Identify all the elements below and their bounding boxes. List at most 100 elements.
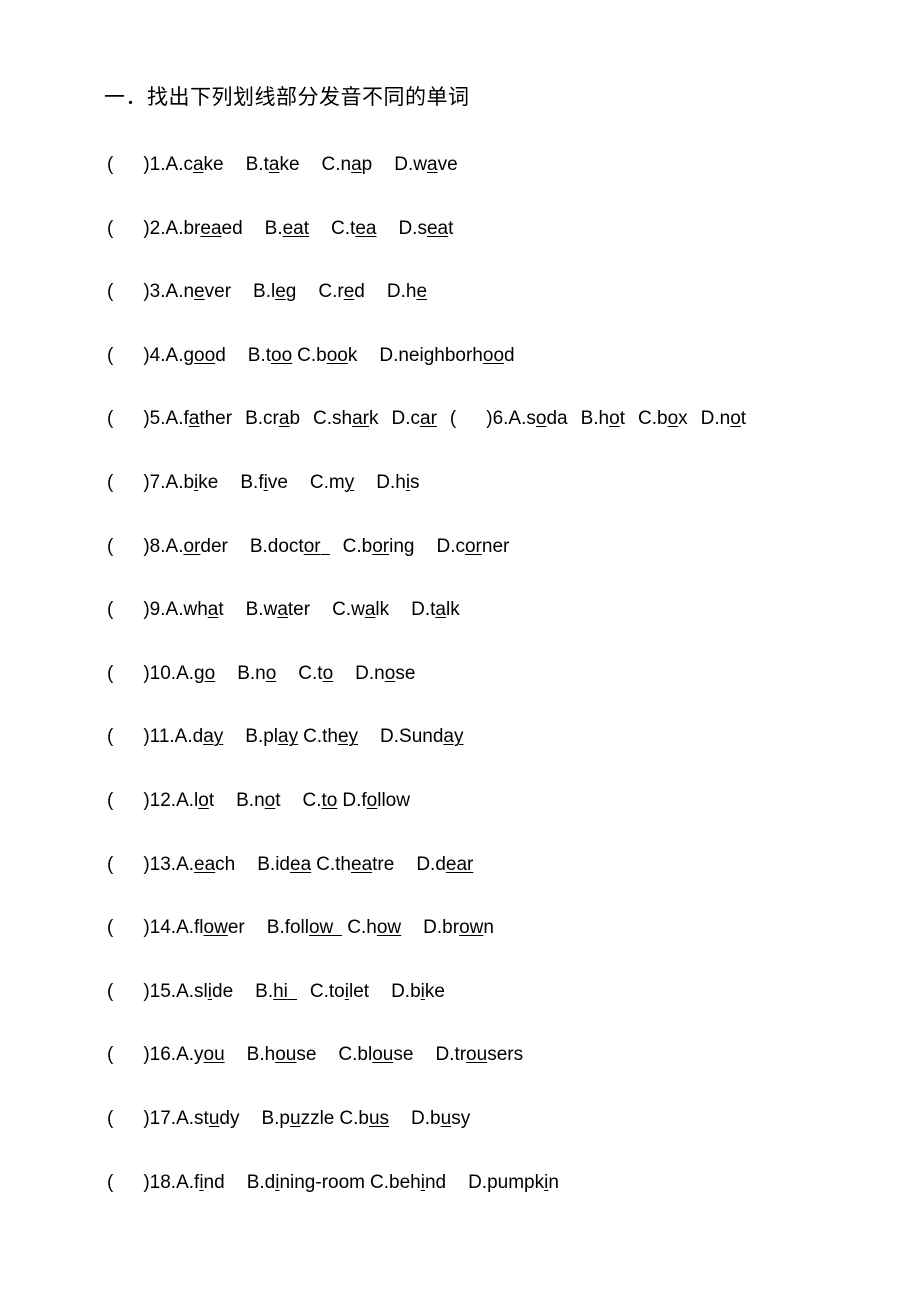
answer-option[interactable]: A.find (176, 1171, 225, 1195)
answer-option[interactable]: C.how (347, 916, 401, 940)
answer-option[interactable]: A.never (166, 280, 232, 304)
option-word: seat (417, 217, 454, 239)
answer-option[interactable]: B.hot (581, 407, 625, 431)
answer-option[interactable]: D.Sunday (380, 725, 463, 749)
answer-option[interactable]: A.study (176, 1107, 239, 1131)
answer-option[interactable]: A.go (176, 662, 215, 686)
option-word: tea (350, 217, 377, 239)
answer-option[interactable]: D.talk (411, 598, 460, 622)
answer-option[interactable]: B.follow (267, 916, 343, 940)
answer-option[interactable]: C.blouse (338, 1043, 413, 1067)
option-letter: B. (245, 154, 264, 175)
answer-option[interactable]: B.crab (245, 407, 300, 431)
answer-option[interactable]: D.wave (394, 153, 457, 177)
answer-option[interactable]: A.order (166, 535, 228, 559)
answer-option[interactable]: A.good (166, 344, 226, 368)
option-letter: D. (700, 408, 720, 430)
trailing-underline (333, 935, 343, 937)
answer-option[interactable]: D.his (376, 471, 419, 495)
option-word: study (194, 1107, 240, 1129)
answer-option[interactable]: C.red (318, 280, 364, 304)
answer-option[interactable]: C.box (638, 407, 688, 431)
answer-option[interactable]: D.busy (411, 1107, 470, 1131)
answer-option[interactable]: B.puzzle (261, 1107, 334, 1131)
option-word: good (183, 344, 226, 366)
option-word: book (316, 344, 358, 366)
answer-option[interactable]: C.walk (332, 598, 389, 622)
underlined-letters: ea (290, 853, 312, 875)
underlined-letters: o (730, 408, 741, 430)
answer-option[interactable]: D.bike (391, 980, 445, 1004)
option-word: he (405, 281, 428, 303)
option-word: hot (598, 408, 625, 430)
answer-option[interactable]: A.you (176, 1043, 225, 1067)
answer-option[interactable]: A.flower (176, 916, 245, 940)
answer-option[interactable]: D.pumpkin (468, 1171, 559, 1195)
answer-option[interactable]: D.nose (355, 662, 415, 686)
answer-option[interactable]: A.bike (166, 471, 219, 495)
answer-option[interactable]: D.trousers (435, 1043, 523, 1067)
answer-blank-paren-open: ( (107, 471, 114, 493)
answer-option[interactable]: C.to (303, 789, 338, 813)
answer-option[interactable]: B.water (246, 598, 310, 622)
question-number: 2. (149, 217, 166, 239)
answer-option[interactable]: B.five (240, 471, 288, 495)
answer-option[interactable]: B.not (236, 789, 280, 813)
answer-option[interactable]: B.doctor (250, 535, 330, 559)
answer-blank-paren-open: ( (107, 662, 114, 684)
answer-option[interactable]: C.bus (339, 1107, 389, 1131)
answer-option[interactable]: C.my (310, 471, 354, 495)
answer-option[interactable]: A.what (166, 598, 224, 622)
answer-option[interactable]: A.lot (176, 789, 214, 813)
answer-option[interactable]: A.father (166, 407, 233, 431)
answer-option[interactable]: B.too (248, 344, 292, 368)
answer-option[interactable]: D.brown (423, 916, 494, 940)
answer-option[interactable]: B.leg (253, 280, 296, 304)
answer-option[interactable]: C.behind (370, 1171, 446, 1195)
trailing-underline (320, 553, 330, 555)
answer-option[interactable]: D.car (392, 407, 437, 431)
answer-option[interactable]: A.each (176, 853, 235, 877)
answer-option[interactable]: A.day (175, 725, 224, 749)
answer-option[interactable]: B.take (246, 153, 300, 177)
answer-option[interactable]: C.nap (322, 153, 373, 177)
answer-option[interactable]: A.cake (166, 153, 224, 177)
answer-option[interactable]: C.book (297, 344, 357, 368)
answer-option[interactable]: A.breaed (166, 217, 243, 241)
answer-option[interactable]: A.slide (176, 980, 233, 1004)
answer-option[interactable]: B.no (237, 662, 276, 686)
answer-option[interactable]: D.dear (416, 853, 473, 877)
answer-option[interactable]: B.eat (265, 217, 309, 241)
option-word: doctor (267, 535, 321, 557)
option-word: water (263, 599, 311, 621)
answer-option[interactable]: B.play (245, 725, 298, 749)
underlined-letters: o (366, 789, 378, 811)
answer-option[interactable]: C.tea (331, 217, 376, 241)
answer-option[interactable]: A.soda (508, 407, 567, 431)
answer-option[interactable]: C.boring (343, 535, 415, 559)
answer-option[interactable]: C.toilet (310, 980, 369, 1004)
answer-option[interactable]: D.he (387, 280, 427, 304)
answer-option[interactable]: D.seat (398, 217, 453, 241)
answer-option[interactable]: D.corner (436, 535, 509, 559)
question-number: 3. (149, 281, 166, 303)
option-word: bus (358, 1107, 390, 1129)
answer-option[interactable]: D.neighborhood (379, 344, 514, 368)
answer-option[interactable]: C.to (298, 662, 333, 686)
answer-option[interactable]: C.shark (313, 407, 378, 431)
underlined-letters: a (435, 599, 446, 621)
option-word: slide (194, 980, 234, 1002)
question-row: ()17.A.study B.puzzle C.bus D.busy (0, 1107, 920, 1171)
answer-option[interactable]: C.theatre (316, 853, 394, 877)
answer-option[interactable]: B.hi (255, 980, 297, 1004)
option-word: never (183, 281, 232, 303)
option-letter: B. (255, 980, 274, 1002)
answer-option[interactable]: B.idea (257, 853, 311, 877)
answer-option[interactable]: D.follow (342, 789, 410, 813)
underlined-letters: e (194, 281, 205, 303)
option-word: talk (430, 599, 460, 621)
answer-option[interactable]: D.not (701, 407, 746, 431)
answer-option[interactable]: B.house (247, 1043, 317, 1067)
answer-option[interactable]: B.dining-room (247, 1171, 365, 1195)
answer-option[interactable]: C.they (303, 725, 358, 749)
